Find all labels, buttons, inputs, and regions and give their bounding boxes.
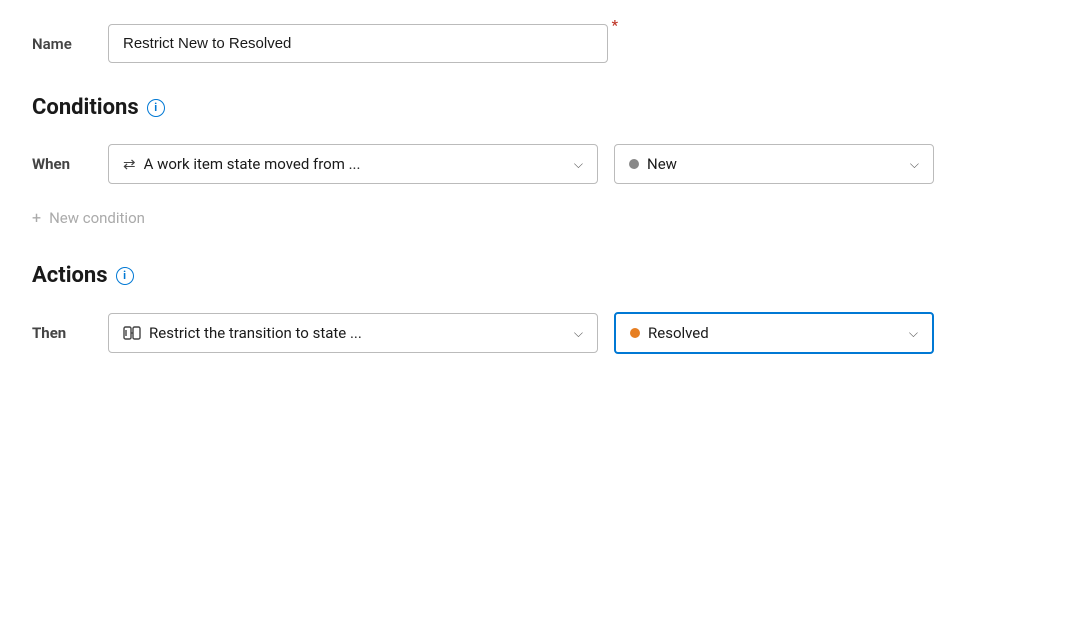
conditions-heading: Conditions i [32,95,1038,120]
name-input[interactable] [108,24,608,63]
actions-info-icon[interactable]: i [116,267,134,285]
required-star: * [612,18,618,34]
name-label: Name [32,35,92,53]
when-state-text: New [647,155,677,173]
name-input-wrapper: * [108,24,608,63]
then-state-dropdown[interactable]: Resolved ⌵ [614,312,934,354]
when-condition-text: A work item state moved from ... [144,155,361,173]
then-label: Then [32,324,92,342]
conditions-title: Conditions [32,95,139,120]
restrict-icon [123,326,141,340]
when-state-dropdown[interactable]: New ⌵ [614,144,934,184]
then-action-chevron: ⌵ [574,326,583,341]
actions-heading: Actions i [32,263,1038,288]
when-condition-dropdown[interactable]: ⇄ A work item state moved from ... ⌵ [108,144,598,184]
then-action-text: Restrict the transition to state ... [149,324,362,342]
conditions-info-icon[interactable]: i [147,99,165,117]
plus-icon: + [32,208,41,227]
then-action-dropdown[interactable]: Restrict the transition to state ... ⌵ [108,313,598,353]
swap-icon: ⇄ [123,155,136,173]
resolved-state-dot [630,328,640,338]
when-row: When ⇄ A work item state moved from ... … [32,144,1038,184]
new-condition-button[interactable]: + New condition [32,204,1038,231]
then-state-text: Resolved [648,324,709,342]
then-action-content: Restrict the transition to state ... [123,324,362,342]
actions-title: Actions [32,263,108,288]
when-condition-chevron: ⌵ [574,157,583,172]
when-label: When [32,155,92,173]
actions-section: Actions i Then Restrict the transition t… [32,263,1038,354]
then-state-content: Resolved [630,324,709,342]
when-condition-content: ⇄ A work item state moved from ... [123,155,360,173]
new-condition-label: New condition [49,209,145,227]
when-state-chevron: ⌵ [910,157,919,172]
new-state-dot [629,159,639,169]
when-state-content: New [629,155,677,173]
then-state-chevron: ⌵ [909,326,918,341]
name-row: Name * [32,24,1038,63]
then-row: Then Restrict the transition to state ..… [32,312,1038,354]
